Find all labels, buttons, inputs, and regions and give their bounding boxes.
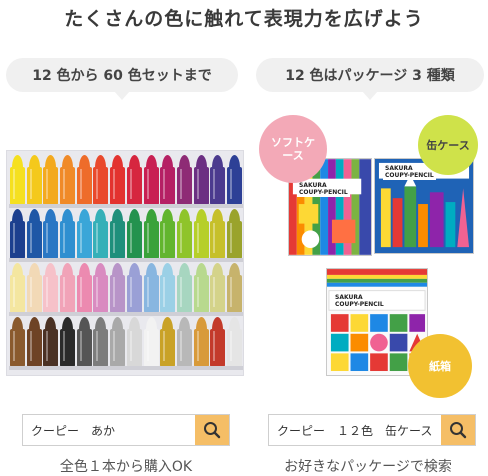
crayon <box>26 317 42 367</box>
crayon <box>210 155 226 205</box>
search-icon <box>450 422 467 439</box>
crayon <box>176 317 192 367</box>
bubble-text: 12 色はパッケージ 3 種類 <box>285 68 455 84</box>
crayon <box>60 263 76 313</box>
badge-text: 紙箱 <box>429 359 451 373</box>
crayon <box>193 209 209 259</box>
search-input[interactable]: クーピー あか <box>23 415 195 445</box>
search-button[interactable] <box>195 415 229 445</box>
crayon <box>176 155 192 205</box>
crayon <box>126 317 142 367</box>
crayon <box>226 155 242 205</box>
crayon <box>43 209 59 259</box>
crayon <box>43 263 59 313</box>
crayon <box>76 155 92 205</box>
crayon <box>10 209 25 259</box>
crayon <box>43 155 59 205</box>
crayon <box>193 155 209 205</box>
crayon <box>226 209 242 259</box>
crayon <box>93 155 109 205</box>
crayon <box>26 155 42 205</box>
crayon <box>110 155 126 205</box>
caption-single-purchase: 全色１本から購入OK <box>59 459 193 475</box>
crayon <box>93 263 109 313</box>
crayon <box>160 209 176 259</box>
crayon <box>76 317 92 367</box>
can-case-badge: 缶ケース <box>418 115 478 175</box>
crayon-row <box>9 155 243 208</box>
crayon <box>10 263 25 313</box>
search-button[interactable] <box>441 415 475 445</box>
caption-package-search: お好きなパッケージで検索 <box>284 459 452 475</box>
crayon <box>143 317 159 367</box>
crayon <box>176 263 192 313</box>
package-product-label: COUPY-PENCIL <box>297 188 350 197</box>
package-product-label: COUPY-PENCIL <box>333 300 386 309</box>
crayon <box>26 263 42 313</box>
crayon <box>126 209 142 259</box>
badge-text: 缶ケース <box>426 138 470 152</box>
crayon <box>110 263 126 313</box>
page-headline: たくさんの色に触れて表現力を広げよう <box>64 8 424 30</box>
crayon <box>143 155 159 205</box>
crayon <box>226 263 242 313</box>
crayon <box>160 155 176 205</box>
crayon <box>110 317 126 367</box>
crayon <box>93 317 109 367</box>
search-icon <box>204 422 221 439</box>
crayon <box>126 263 142 313</box>
crayon <box>210 317 226 367</box>
crayon <box>10 317 25 367</box>
bubble-text: 12 色から 60 色セットまで <box>32 68 212 84</box>
crayon <box>43 317 59 367</box>
crayon <box>143 209 159 259</box>
badge-text: ソフトケース <box>271 136 315 162</box>
crayon <box>126 155 142 205</box>
search-input[interactable]: クーピー １２色 缶ケース <box>269 415 441 445</box>
package-product-label: COUPY-PENCIL <box>383 171 436 180</box>
crayon <box>193 317 209 367</box>
crayon <box>110 209 126 259</box>
crayon <box>10 155 25 205</box>
crayon-set-image <box>6 150 244 376</box>
crayon <box>76 209 92 259</box>
crayon-row <box>9 209 243 262</box>
speech-bubble-package-types: 12 色はパッケージ 3 種類 <box>256 58 484 100</box>
crayon-row <box>9 317 243 370</box>
crayon <box>210 263 226 313</box>
crayon-row <box>9 263 243 316</box>
soft-case-badge: ソフトケース <box>259 115 327 183</box>
crayon <box>176 209 192 259</box>
search-box-red-color[interactable]: クーピー あか <box>22 414 230 446</box>
crayon <box>210 209 226 259</box>
crayon <box>60 209 76 259</box>
crayon <box>160 263 176 313</box>
crayon <box>60 155 76 205</box>
crayon <box>143 263 159 313</box>
crayon <box>226 317 242 367</box>
crayon <box>193 263 209 313</box>
crayon <box>160 317 176 367</box>
crayon <box>76 263 92 313</box>
crayon <box>60 317 76 367</box>
crayon <box>26 209 42 259</box>
crayon <box>93 209 109 259</box>
search-box-can-case[interactable]: クーピー １２色 缶ケース <box>268 414 476 446</box>
speech-bubble-color-range: 12 色から 60 色セットまで <box>6 58 238 100</box>
paper-box-badge: 紙箱 <box>408 334 472 398</box>
